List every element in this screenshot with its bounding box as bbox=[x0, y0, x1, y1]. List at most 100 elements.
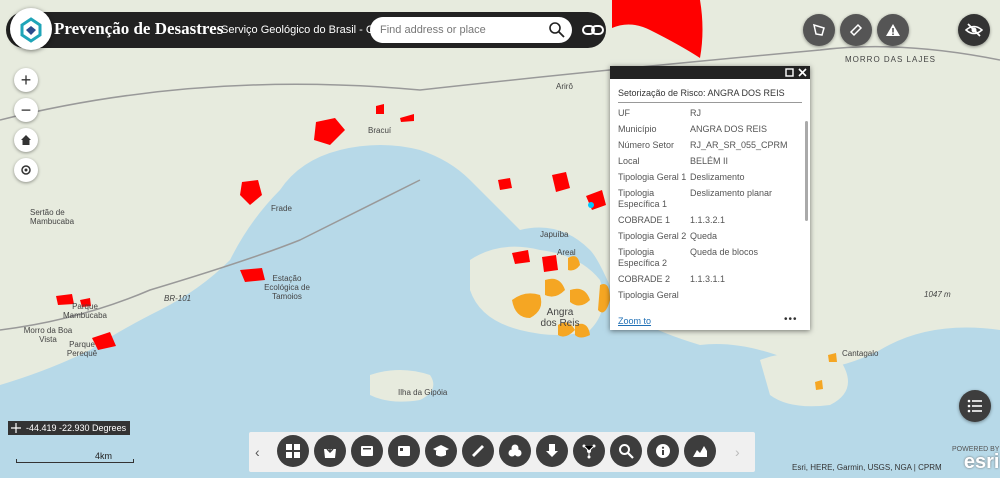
attribute-key: Tipologia Geral bbox=[618, 290, 679, 300]
attribute-key: COBRADE 2 bbox=[618, 274, 671, 284]
map-label: 1047 m bbox=[924, 290, 951, 299]
clear-button[interactable] bbox=[840, 14, 872, 46]
measurement-button[interactable] bbox=[462, 435, 494, 467]
close-icon[interactable] bbox=[798, 68, 807, 77]
app-header: Prevenção de Desastres Serviço Geológico… bbox=[6, 8, 606, 50]
zoom-out-button[interactable]: − bbox=[14, 98, 38, 122]
attribute-row: Tipologia Específica 1 Deslizamento plana… bbox=[618, 188, 808, 210]
attribute-key: Tipologia Geral 1 bbox=[618, 172, 687, 182]
education-icon bbox=[433, 445, 449, 457]
attribute-value: RJ bbox=[690, 108, 701, 118]
share-link-button[interactable] bbox=[581, 20, 605, 40]
visibility-off-icon bbox=[965, 23, 983, 37]
analysis-icon bbox=[508, 444, 522, 457]
download-button[interactable] bbox=[536, 435, 568, 467]
attribute-value: RJ_AR_SR_055_CPRM bbox=[690, 140, 788, 150]
zoom-to-link[interactable]: Zoom to bbox=[618, 316, 651, 326]
measure-icon bbox=[812, 23, 825, 36]
visibility-toggle-button[interactable] bbox=[958, 14, 990, 46]
attribute-value: 1.1.3.1.1 bbox=[690, 274, 726, 284]
about-button[interactable] bbox=[647, 435, 679, 467]
map-label: Bracuí bbox=[368, 126, 392, 135]
map-label: Sertão de Mambucaba bbox=[30, 208, 75, 226]
maximize-icon[interactable] bbox=[785, 68, 794, 77]
layer-list-button[interactable] bbox=[959, 390, 991, 422]
legend-icon bbox=[398, 446, 410, 456]
crosshair-icon bbox=[11, 423, 21, 433]
share-button[interactable] bbox=[573, 435, 605, 467]
attribute-key: COBRADE 1 bbox=[618, 215, 671, 225]
attribute-value: 1.1.3.2.1 bbox=[690, 215, 726, 225]
coordinate-text: -44.419 -22.930 Degrees bbox=[26, 423, 127, 433]
elevation-profile-button[interactable] bbox=[684, 435, 716, 467]
attribute-value: Queda bbox=[690, 231, 718, 241]
toolbar-next-button[interactable]: › bbox=[735, 444, 740, 460]
app-logo[interactable] bbox=[10, 8, 52, 50]
legend-button[interactable] bbox=[388, 435, 420, 467]
broom-icon bbox=[849, 23, 863, 37]
basemap[interactable] bbox=[0, 0, 1000, 478]
attribute-key: UF bbox=[618, 108, 630, 118]
download-icon bbox=[546, 444, 558, 457]
attribute-value: BELÉM II bbox=[690, 156, 729, 166]
map-label: Angra dos Reis bbox=[540, 307, 580, 329]
layer-list-widget-button[interactable] bbox=[351, 435, 383, 467]
info-icon bbox=[656, 444, 670, 458]
popup-title: Setorização de Risco: ANGRA DOS REIS bbox=[618, 88, 785, 98]
app-logo-icon bbox=[20, 17, 42, 43]
attribute-key: Município bbox=[618, 124, 657, 134]
attribute-value: Deslizamento bbox=[690, 172, 745, 182]
map-label: Areal bbox=[557, 248, 576, 257]
attribute-value: Deslizamento planar bbox=[690, 188, 773, 198]
map-label: Japuíba bbox=[540, 230, 569, 239]
attribute-row: Tipologia Geral 2 Queda bbox=[618, 231, 808, 242]
locate-button[interactable] bbox=[14, 158, 38, 182]
search-input[interactable] bbox=[370, 17, 572, 43]
warning-icon bbox=[886, 24, 900, 36]
scale-bar bbox=[16, 459, 134, 463]
toolbar-prev-button[interactable]: ‹ bbox=[255, 444, 260, 460]
esri-logo-main: esri bbox=[963, 451, 1000, 473]
basemap-gallery-button[interactable] bbox=[277, 435, 309, 467]
attribute-row: COBRADE 1 1.1.3.2.1 bbox=[618, 215, 808, 226]
app-title: Prevenção de Desastres bbox=[54, 19, 224, 38]
map-label: Parque Mambucaba bbox=[62, 302, 108, 320]
map-label: Parque Perequê bbox=[66, 340, 98, 358]
attribute-value: Queda de blocos bbox=[690, 247, 759, 257]
attribution-text[interactable]: Esri, HERE, Garmin, USGS, NGA | CPRM bbox=[792, 463, 942, 472]
esri-logo[interactable]: POWERED BY esri bbox=[952, 446, 1000, 473]
zoom-in-button[interactable]: + bbox=[14, 68, 38, 92]
map-label: Frade bbox=[271, 204, 292, 213]
attribute-key: Tipologia Geral 2 bbox=[618, 231, 687, 241]
measurement-icon bbox=[472, 445, 484, 457]
education-button[interactable] bbox=[425, 435, 457, 467]
home-button[interactable] bbox=[14, 128, 38, 152]
locate-icon bbox=[21, 165, 31, 175]
attribute-key: Local bbox=[618, 156, 640, 166]
search-icon bbox=[619, 444, 634, 459]
add-data-button[interactable] bbox=[314, 435, 346, 467]
attribute-key: Tipologia Específica 2 bbox=[618, 247, 668, 268]
warning-button[interactable] bbox=[877, 14, 909, 46]
widget-toolbar: ‹ › bbox=[249, 432, 755, 472]
feature-popup: Setorização de Risco: ANGRA DOS REIS UF R… bbox=[610, 66, 810, 330]
map-label: Ilha da Gipóia bbox=[398, 388, 448, 397]
search-widget-button[interactable] bbox=[610, 435, 642, 467]
popup-scrollbar[interactable] bbox=[805, 121, 808, 221]
popup-titlebar bbox=[610, 66, 810, 79]
measure-button[interactable] bbox=[803, 14, 835, 46]
search-button[interactable] bbox=[546, 19, 568, 41]
attribute-row: COBRADE 2 1.1.3.1.1 bbox=[618, 274, 808, 285]
analysis-button[interactable] bbox=[499, 435, 531, 467]
more-actions-button[interactable]: ••• bbox=[784, 314, 798, 325]
attribute-row: Tipologia Geral 1 Deslizamento bbox=[618, 172, 808, 183]
map-label: Arirô bbox=[556, 82, 573, 91]
attribute-value bbox=[690, 290, 808, 301]
home-icon bbox=[21, 135, 31, 145]
map-label: BR-101 bbox=[164, 294, 192, 303]
attribute-key: Número Setor bbox=[618, 140, 675, 150]
attribute-row: Tipologia Geral bbox=[618, 290, 808, 301]
map-label: Cantagalo bbox=[842, 349, 879, 358]
coordinate-readout[interactable]: -44.419 -22.930 Degrees bbox=[8, 421, 131, 435]
attribute-row: Local BELÉM II bbox=[618, 156, 808, 167]
